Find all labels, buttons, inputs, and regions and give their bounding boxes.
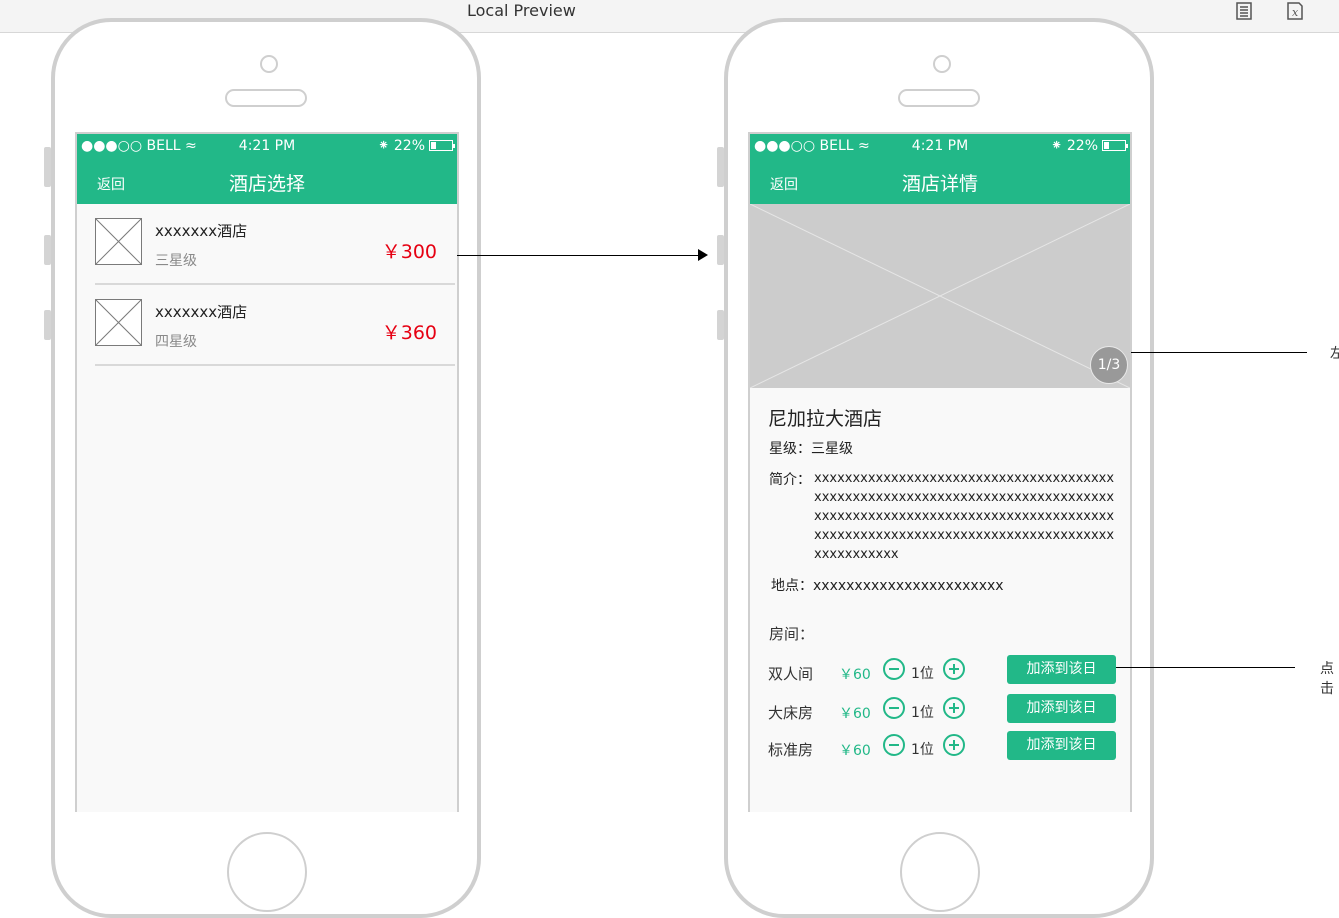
side-button [717,235,724,265]
plus-circle-icon[interactable] [943,697,965,719]
home-button [900,832,980,912]
status-battery: ⁕ 22% [377,138,455,154]
flow-arrow-line [457,255,700,256]
minus-circle-icon[interactable] [883,658,905,680]
svg-text:x: x [1292,6,1299,19]
rooms-label: 房间： [769,625,815,643]
annotation-line-button [1116,667,1295,668]
battery-percent: 22% [1066,138,1098,154]
room-count: 1位 [911,742,934,758]
intro-text: xxxxxxxxxxxxxxxxxxxxxxxxxxxxxxxxxxxxxxxx… [814,471,1115,562]
side-button [44,147,51,187]
hotel-star-rating: 三星级 [155,253,197,269]
side-button [717,310,724,340]
nav-bar: 返回 酒店选择 [77,158,457,204]
bluetooth-icon: ⁕ [377,138,390,154]
room-row: 标准房 ￥60 1位 加添到该日 [768,731,1118,761]
side-button [44,235,51,265]
hotel-star-line: 星级：三星级 [769,441,853,457]
add-to-day-button[interactable]: 加添到该日 [1007,731,1116,760]
hotel-name: xxxxxxx酒店 [155,222,248,240]
add-to-day-button[interactable]: 加添到该日 [1007,694,1116,723]
minus-circle-icon[interactable] [883,697,905,719]
flow-arrow-head [698,249,708,261]
room-name: 双人间 [768,665,814,683]
hotel-detail-screen: ●●●○○ BELL ≈ 4:21 PM ⁕ 22% 返回 酒店详情 1/3 尼… [748,132,1132,812]
formula-icon[interactable]: x [1285,1,1305,21]
hotel-price: ￥360 [381,322,437,344]
minus-circle-icon[interactable] [883,734,905,756]
room-name: 标准房 [768,741,814,759]
hotel-price: ￥300 [381,241,437,263]
hotel-photo-gallery[interactable]: 1/3 [750,204,1130,388]
room-price: ￥60 [839,706,871,722]
nav-bar: 返回 酒店详情 [750,158,1130,204]
battery-icon [1102,140,1128,151]
room-name: 大床房 [768,704,814,722]
side-button [717,147,724,187]
preview-title: Local Preview [467,1,576,20]
status-bar: ●●●○○ BELL ≈ 4:21 PM ⁕ 22% [77,134,457,158]
hotel-list-screen: ●●●○○ BELL ≈ 4:21 PM ⁕ 22% 返回 酒店选择 xxxxx… [75,132,459,812]
location-line: 地点：xxxxxxxxxxxxxxxxxxxxxxx [771,578,1004,594]
home-button [227,832,307,912]
hotel-thumbnail-placeholder [95,218,142,265]
intro-label: 简介： [769,472,811,488]
hotel-thumbnail-placeholder [95,299,142,346]
hotel-name: xxxxxxx酒店 [155,303,248,321]
document-icon[interactable] [1234,1,1254,21]
side-button [44,310,51,340]
battery-percent: 22% [393,138,425,154]
status-bar: ●●●○○ BELL ≈ 4:21 PM ⁕ 22% [750,134,1130,158]
page-title: 酒店选择 [228,173,305,195]
room-row: 双人间 ￥60 1位 加添到该日 [768,655,1118,685]
room-count: 1位 [911,705,934,721]
battery-icon [429,140,455,151]
hotel-name: 尼加拉大酒店 [768,408,883,430]
camera-dot [260,55,278,73]
image-placeholder-icon [750,204,1130,388]
page-title: 酒店详情 [901,173,978,195]
room-row: 大床房 ￥60 1位 加添到该日 [768,694,1118,724]
room-price: ￥60 [839,743,871,759]
status-battery: ⁕ 22% [1050,138,1128,154]
hotel-star-rating: 四星级 [155,334,197,350]
hotel-list-item[interactable]: xxxxxxx酒店 四星级 ￥360 [77,285,457,366]
hotel-list-item[interactable]: xxxxxxx酒店 三星级 ￥300 [77,204,457,285]
plus-circle-icon[interactable] [943,734,965,756]
annotation-button-note: 点击 [1320,661,1334,697]
divider [95,364,455,366]
annotation-line-gallery [1131,352,1307,353]
speaker-slot [898,89,980,107]
camera-dot [933,55,951,73]
speaker-slot [225,89,307,107]
annotation-gallery-note: 左 [1330,346,1339,362]
room-count: 1位 [911,666,934,682]
add-to-day-button[interactable]: 加添到该日 [1007,655,1116,684]
plus-circle-icon[interactable] [943,658,965,680]
gallery-pager-badge: 1/3 [1090,346,1128,384]
bluetooth-icon: ⁕ [1050,138,1063,154]
room-price: ￥60 [839,667,871,683]
